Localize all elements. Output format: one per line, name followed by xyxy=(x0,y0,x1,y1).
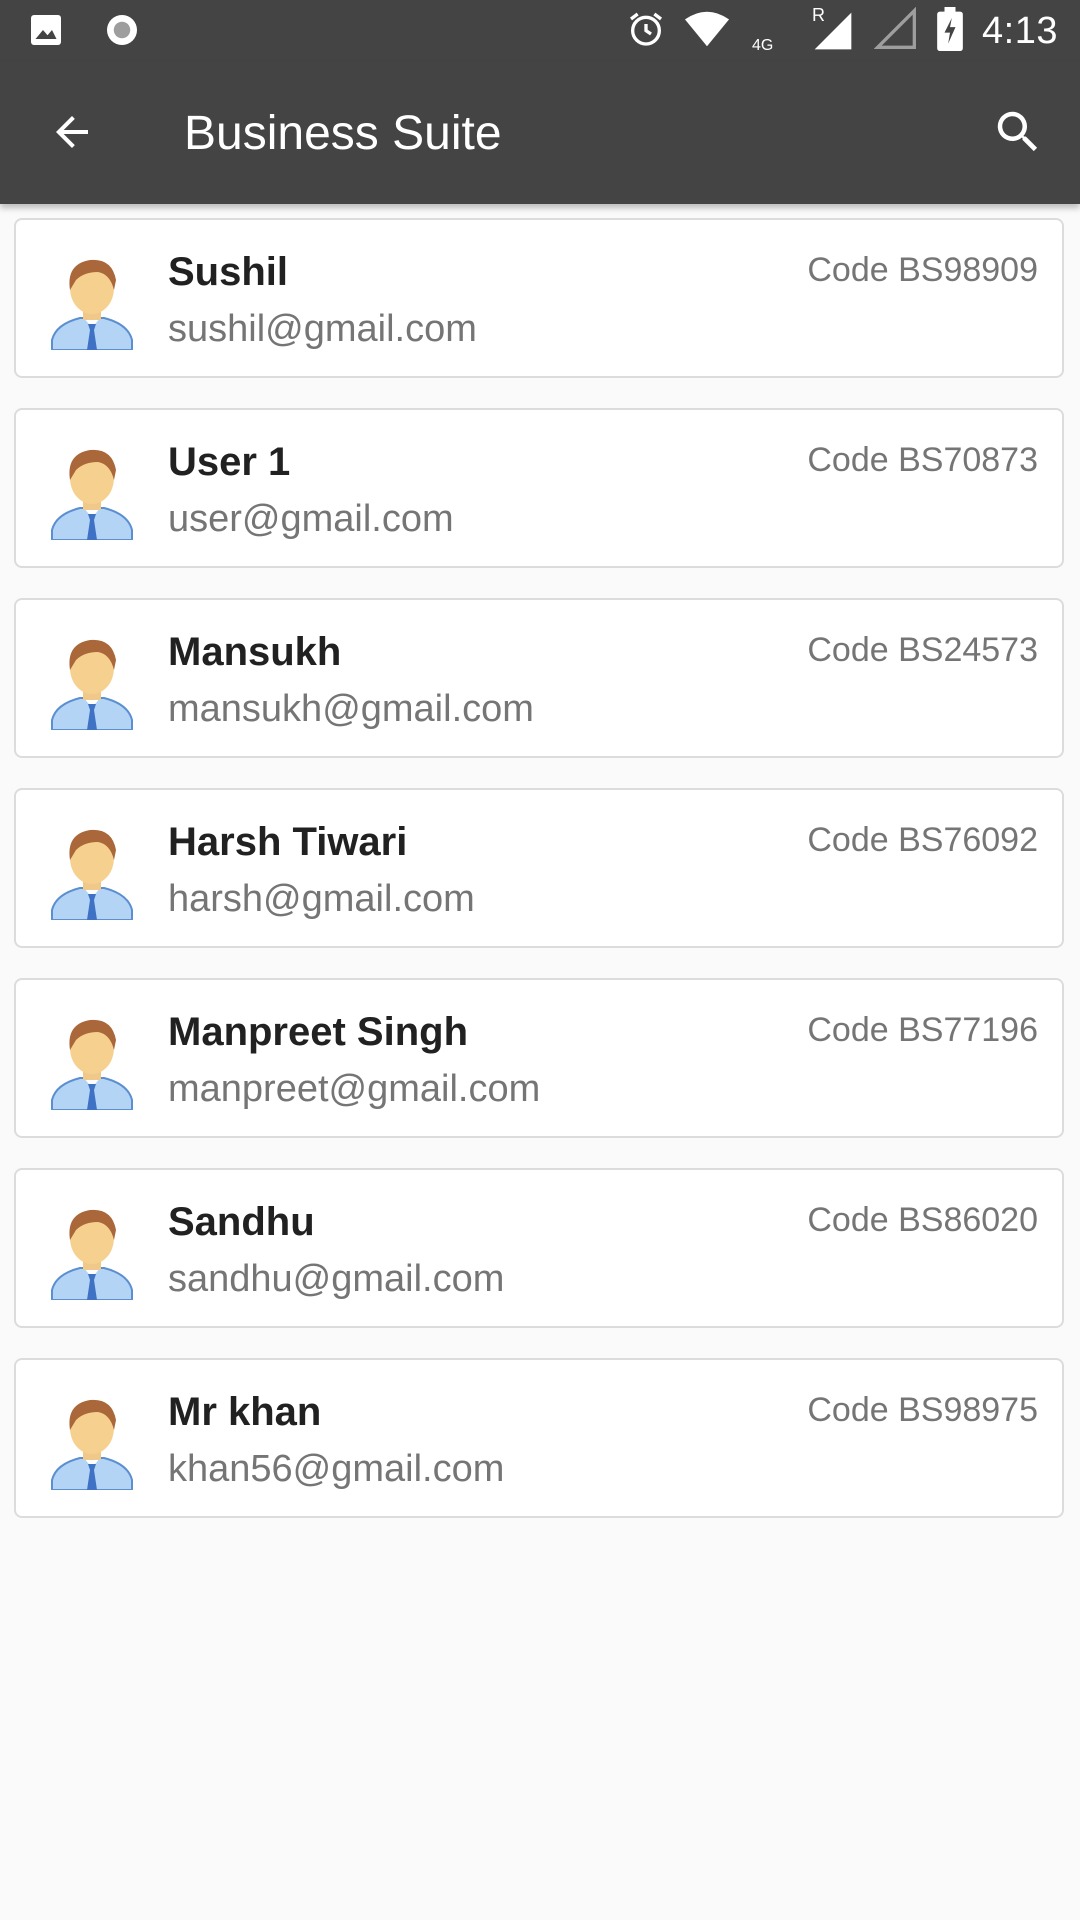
network-4g-icon: 4G xyxy=(748,9,792,54)
contact-name: Sandhu xyxy=(168,1200,315,1244)
contact-name: Sushil xyxy=(168,250,289,294)
search-icon xyxy=(991,105,1045,164)
search-button[interactable] xyxy=(986,102,1050,166)
contact-email: sandhu@gmail.com xyxy=(168,1258,505,1300)
contact-name: Mr khan xyxy=(168,1390,322,1434)
avatar xyxy=(50,1390,134,1491)
contact-name: Harsh Tiwari xyxy=(168,820,408,864)
contact-email: khan56@gmail.com xyxy=(168,1448,505,1490)
roaming-indicator: R xyxy=(812,5,826,25)
signal-empty-icon xyxy=(873,6,918,56)
contact-code: Code BS70873 xyxy=(807,441,1038,479)
status-notifications xyxy=(28,12,140,53)
list-item[interactable]: Sandhu sandhu@gmail.com Code BS86020 xyxy=(14,1168,1064,1328)
contact-email: manpreet@gmail.com xyxy=(168,1068,541,1110)
wifi-icon xyxy=(684,9,730,54)
page-title: Business Suite xyxy=(184,107,502,160)
list-item[interactable]: Mr khan khan56@gmail.com Code BS98975 xyxy=(14,1358,1064,1518)
contact-email: mansukh@gmail.com xyxy=(168,688,534,730)
contact-email: user@gmail.com xyxy=(168,498,454,540)
avatar xyxy=(50,1200,134,1301)
status-time: 4:13 xyxy=(982,9,1058,52)
list-item[interactable]: User 1 user@gmail.com Code BS70873 xyxy=(14,408,1064,568)
avatar xyxy=(50,440,134,541)
battery-charging-icon xyxy=(936,6,964,56)
network-type-label: 4G xyxy=(752,37,774,54)
contact-code: Code BS86020 xyxy=(807,1201,1038,1239)
contact-code: Code BS98975 xyxy=(807,1391,1038,1429)
record-icon xyxy=(104,12,140,53)
contact-email: sushil@gmail.com xyxy=(168,308,477,350)
avatar xyxy=(50,1010,134,1111)
list-item[interactable]: Mansukh mansukh@gmail.com Code BS24573 xyxy=(14,598,1064,758)
image-icon xyxy=(28,12,64,53)
arrow-left-icon xyxy=(48,108,96,161)
list-item[interactable]: Manpreet Singh manpreet@gmail.com Code B… xyxy=(14,978,1064,1138)
status-system: 4G R 4:13 xyxy=(626,5,1058,56)
avatar xyxy=(50,250,134,351)
alarm-icon xyxy=(626,9,666,54)
signal-icon: R xyxy=(810,5,856,53)
avatar xyxy=(50,630,134,731)
list-item[interactable]: Sushil sushil@gmail.com Code BS98909 xyxy=(14,218,1064,378)
app-bar: Business Suite xyxy=(0,62,1080,204)
contact-code: Code BS98909 xyxy=(807,251,1038,289)
contact-name: Mansukh xyxy=(168,630,342,674)
list-item[interactable]: Harsh Tiwari harsh@gmail.com Code BS7609… xyxy=(14,788,1064,948)
contact-name: User 1 xyxy=(168,440,291,484)
contact-name: Manpreet Singh xyxy=(168,1010,469,1054)
contact-email: harsh@gmail.com xyxy=(168,878,475,920)
status-bar: 4G R 4:13 xyxy=(0,0,1080,62)
contact-code: Code BS77196 xyxy=(807,1011,1038,1049)
avatar xyxy=(50,820,134,921)
contact-code: Code BS76092 xyxy=(807,821,1038,859)
contact-code: Code BS24573 xyxy=(807,631,1038,669)
back-button[interactable] xyxy=(44,106,100,162)
